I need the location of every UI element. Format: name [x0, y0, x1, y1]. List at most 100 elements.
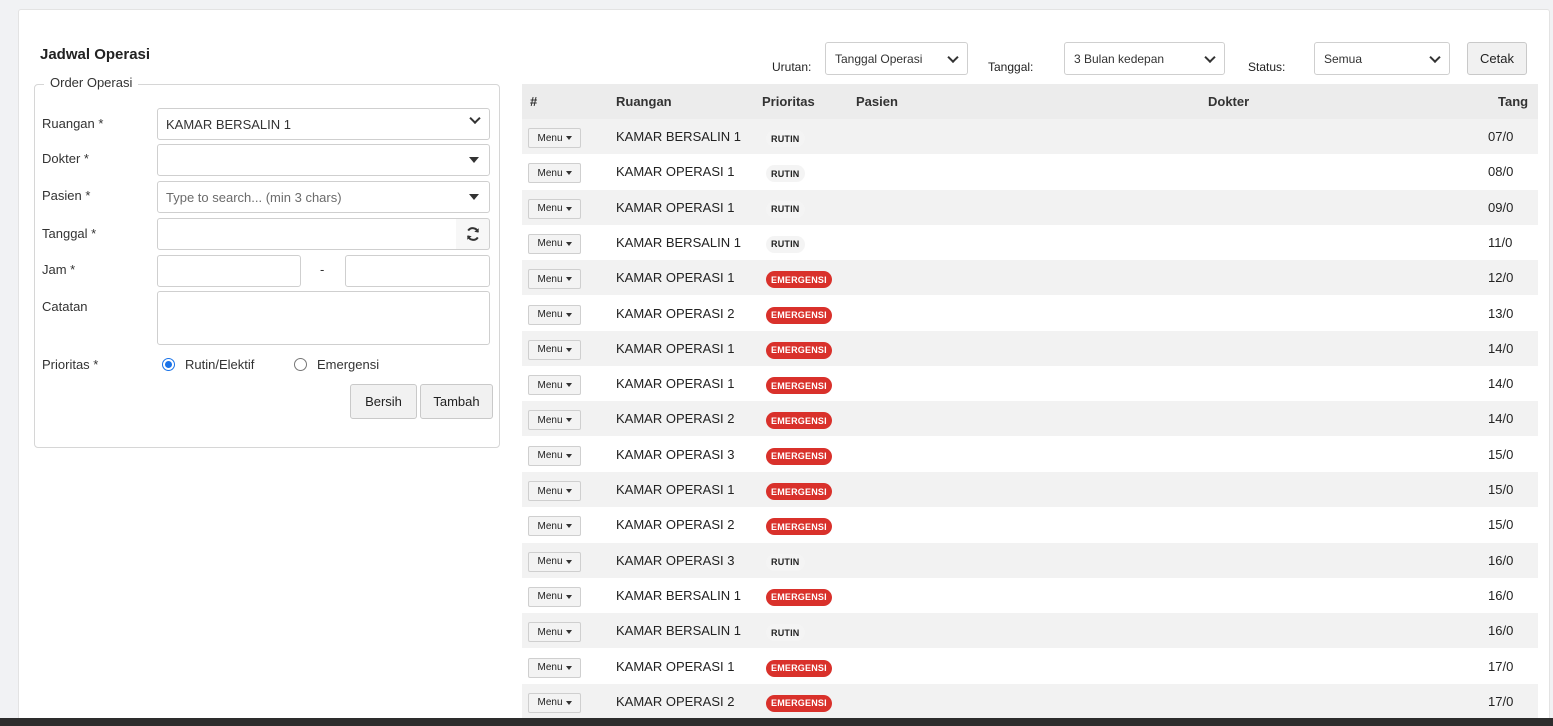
col-header-pasien[interactable]: Pasien	[856, 94, 898, 109]
caret-down-icon	[565, 136, 572, 140]
print-button[interactable]: Cetak	[1467, 42, 1527, 75]
row-ruangan: KAMAR OPERASI 1	[616, 376, 735, 392]
pasien-placeholder: Type to search... (min 3 chars)	[166, 189, 342, 205]
row-tanggal: 16/0	[1488, 623, 1514, 639]
table-row[interactable]: Menu KAMAR OPERASI 1 EMERGENSI 14/0	[522, 366, 1538, 402]
add-button[interactable]: Tambah	[420, 384, 493, 419]
row-tanggal: 09/0	[1488, 199, 1514, 215]
jam-end-input[interactable]	[345, 255, 490, 287]
table-row[interactable]: Menu KAMAR OPERASI 1 EMERGENSI 15/0	[522, 472, 1538, 507]
row-ruangan: KAMAR BERSALIN 1	[616, 234, 741, 250]
row-menu-label: Menu	[537, 662, 563, 673]
table-row[interactable]: Menu KAMAR OPERASI 2 EMERGENSI 13/0	[522, 295, 1538, 331]
row-menu-button[interactable]: Menu	[528, 269, 581, 290]
table-row[interactable]: Menu KAMAR BERSALIN 1 EMERGENSI 16/0	[522, 577, 1538, 613]
tanggal-filter-select[interactable]: 3 Bulan kedepan	[1064, 42, 1225, 75]
urutan-select[interactable]: Tanggal Operasi	[825, 42, 968, 75]
caret-down-icon	[469, 157, 479, 163]
table-row[interactable]: Menu KAMAR BERSALIN 1 RUTIN 11/0	[522, 224, 1538, 260]
caret-down-icon	[565, 489, 572, 493]
row-menu-button[interactable]: Menu	[528, 692, 581, 713]
row-menu-label: Menu	[537, 626, 563, 638]
urutan-value: Tanggal Operasi	[835, 51, 923, 66]
col-header-tanggal[interactable]: Tang	[1498, 94, 1538, 109]
table-row[interactable]: Menu KAMAR OPERASI 3 EMERGENSI 15/0	[522, 436, 1538, 472]
row-ruangan: KAMAR OPERASI 1	[616, 199, 735, 215]
caret-down-icon	[565, 418, 572, 423]
dokter-select[interactable]	[157, 144, 490, 176]
row-menu-button[interactable]: Menu	[528, 516, 581, 537]
priority-badge: RUTIN	[766, 624, 805, 642]
ruangan-select[interactable]: KAMAR BERSALIN 1	[157, 108, 490, 140]
row-menu-label: Menu	[537, 309, 563, 320]
prioritas-label: Prioritas *	[42, 357, 99, 372]
status-select[interactable]: Semua	[1314, 42, 1450, 75]
priority-badge: EMERGENSI	[766, 271, 832, 289]
jam-label: Jam *	[42, 262, 76, 277]
row-menu-label: Menu	[537, 697, 563, 709]
caret-down-icon	[565, 630, 572, 635]
table-row[interactable]: Menu KAMAR OPERASI 1 EMERGENSI 17/0	[522, 648, 1538, 684]
priority-badge: RUTIN	[766, 130, 805, 147]
row-menu-button[interactable]: Menu	[528, 339, 581, 360]
row-menu-button[interactable]: Menu	[528, 128, 581, 148]
caret-down-icon	[565, 524, 572, 529]
priority-badge: EMERGENSI	[766, 483, 832, 500]
row-menu-label: Menu	[537, 414, 563, 426]
row-menu-button[interactable]: Menu	[528, 304, 581, 325]
row-menu-button[interactable]: Menu	[528, 410, 581, 431]
col-header-number: #	[530, 94, 538, 109]
table-row[interactable]: Menu KAMAR BERSALIN 1 RUTIN 07/0	[522, 119, 1538, 154]
row-tanggal: 14/0	[1488, 411, 1514, 427]
row-menu-label: Menu	[537, 556, 563, 568]
caret-down-icon	[565, 312, 572, 317]
row-tanggal: 14/0	[1488, 340, 1514, 356]
radio-emergensi[interactable]: Emergensi	[294, 357, 379, 372]
row-menu-button[interactable]: Menu	[528, 481, 581, 501]
table-row[interactable]: Menu KAMAR OPERASI 2 EMERGENSI 15/0	[522, 507, 1538, 543]
table-row[interactable]: Menu KAMAR OPERASI 1 EMERGENSI 14/0	[522, 330, 1538, 366]
pasien-search-select[interactable]: Type to search... (min 3 chars)	[157, 181, 490, 213]
priority-badge: EMERGENSI	[766, 694, 832, 712]
table-row[interactable]: Menu KAMAR OPERASI 1 RUTIN 08/0	[522, 154, 1538, 190]
row-tanggal: 16/0	[1488, 552, 1514, 568]
pasien-label: Pasien *	[42, 188, 91, 203]
tanggal-input[interactable]	[157, 218, 457, 250]
row-menu-button[interactable]: Menu	[528, 375, 581, 396]
table-row[interactable]: Menu KAMAR BERSALIN 1 RUTIN 16/0	[522, 613, 1538, 649]
row-menu-button[interactable]: Menu	[528, 657, 581, 678]
tanggal-filter-value: 3 Bulan kedepan	[1074, 51, 1165, 66]
row-menu-label: Menu	[537, 203, 563, 215]
row-tanggal: 16/0	[1488, 587, 1514, 603]
table-row[interactable]: Menu KAMAR OPERASI 2 EMERGENSI 14/0	[522, 401, 1538, 437]
col-header-dokter[interactable]: Dokter	[1208, 94, 1249, 109]
row-menu-button[interactable]: Menu	[528, 445, 581, 466]
row-menu-button[interactable]: Menu	[528, 198, 581, 219]
row-menu-button[interactable]: Menu	[528, 586, 581, 607]
page-title: Jadwal Operasi	[40, 46, 151, 63]
jam-start-input[interactable]	[157, 255, 301, 287]
radio-rutin-elektif[interactable]: Rutin/Elektif	[162, 357, 254, 372]
row-menu-button[interactable]: Menu	[528, 233, 581, 254]
row-menu-button[interactable]: Menu	[528, 551, 581, 572]
caret-down-icon	[469, 194, 479, 200]
table-row[interactable]: Menu KAMAR OPERASI 1 RUTIN 09/0	[522, 189, 1538, 225]
row-ruangan: KAMAR OPERASI 1	[616, 482, 735, 497]
catatan-label: Catatan	[42, 299, 88, 314]
col-header-prioritas[interactable]: Prioritas	[762, 94, 815, 109]
clear-button[interactable]: Bersih	[350, 384, 417, 419]
catatan-textarea[interactable]	[157, 291, 490, 345]
row-menu-button[interactable]: Menu	[528, 163, 581, 184]
caret-down-icon	[565, 206, 572, 211]
col-header-ruangan[interactable]: Ruangan	[616, 94, 672, 109]
table-row[interactable]: Menu KAMAR OPERASI 1 EMERGENSI 12/0	[522, 260, 1538, 296]
table-row[interactable]: Menu KAMAR OPERASI 2 EMERGENSI 17/0	[522, 683, 1538, 719]
row-menu-button[interactable]: Menu	[528, 622, 581, 643]
row-menu-label: Menu	[537, 273, 563, 285]
row-ruangan: KAMAR OPERASI 1	[616, 658, 735, 674]
row-tanggal: 15/0	[1488, 482, 1514, 497]
refresh-icon[interactable]	[456, 218, 490, 250]
priority-badge: EMERGENSI	[766, 306, 832, 324]
radio-unchecked-icon	[294, 358, 307, 371]
table-row[interactable]: Menu KAMAR OPERASI 3 RUTIN 16/0	[522, 542, 1538, 578]
